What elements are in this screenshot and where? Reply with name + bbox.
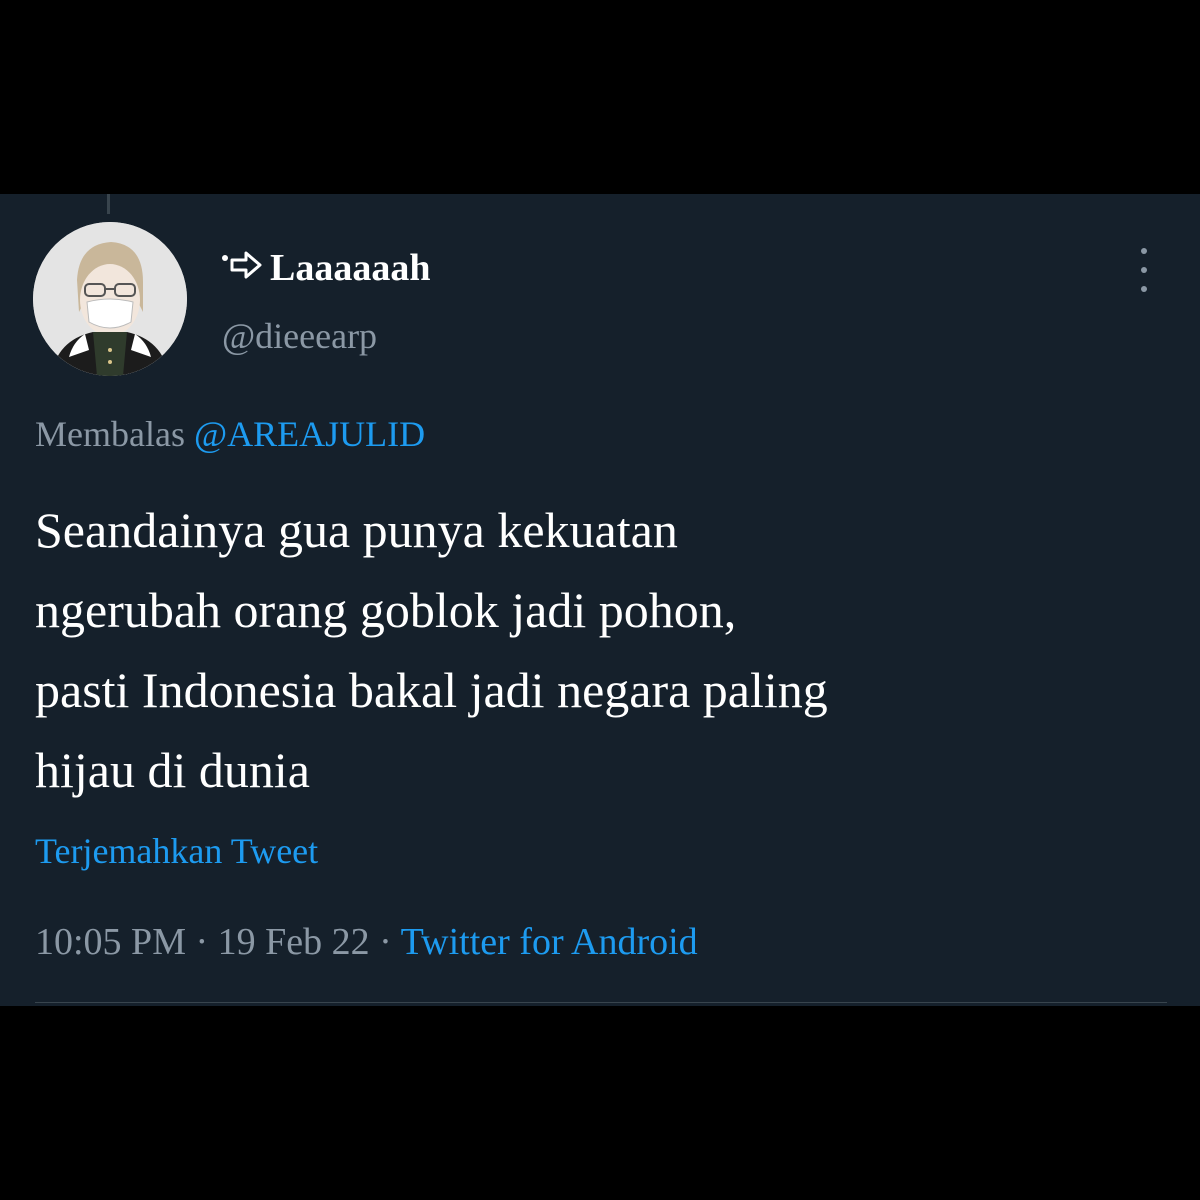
arrow-right-icon <box>222 246 266 290</box>
tweet-meta: 10:05 PM · 19 Feb 22 · Twitter for Andro… <box>35 920 698 964</box>
reply-mention-link[interactable]: @AREAJULID <box>194 414 425 454</box>
tweet-text-line: ngerubah orang goblok jadi pohon, <box>35 582 737 638</box>
display-name-text: Laaaaaah <box>270 247 431 289</box>
avatar-illustration <box>33 222 187 376</box>
more-vertical-icon[interactable] <box>1130 248 1158 292</box>
meta-separator: · <box>379 921 392 963</box>
tweet-date[interactable]: 19 Feb 22 <box>218 921 370 963</box>
meta-separator: · <box>195 921 209 963</box>
page: Laaaaaah @dieeearp Membalas @AREAJULID S… <box>0 0 1200 1200</box>
tweet-text: Seandainya gua punya kekuatan ngerubah o… <box>35 490 1175 810</box>
tweet-text-line: hijau di dunia <box>35 742 310 798</box>
tweet-time[interactable]: 10:05 PM <box>35 921 186 963</box>
translate-tweet-link[interactable]: Terjemahkan Tweet <box>35 830 318 872</box>
user-handle[interactable]: @dieeearp <box>222 315 377 357</box>
replying-to-label: Membalas <box>35 414 185 454</box>
tweet-text-line: pasti Indonesia bakal jadi negara paling <box>35 662 828 718</box>
display-name[interactable]: Laaaaaah <box>222 246 430 290</box>
divider <box>35 1002 1167 1003</box>
avatar[interactable] <box>33 222 187 376</box>
tweet-source-link[interactable]: Twitter for Android <box>401 921 698 963</box>
replying-to: Membalas @AREAJULID <box>35 413 425 455</box>
tweet-text-line: Seandainya gua punya kekuatan <box>35 502 678 558</box>
thread-line <box>107 194 110 214</box>
